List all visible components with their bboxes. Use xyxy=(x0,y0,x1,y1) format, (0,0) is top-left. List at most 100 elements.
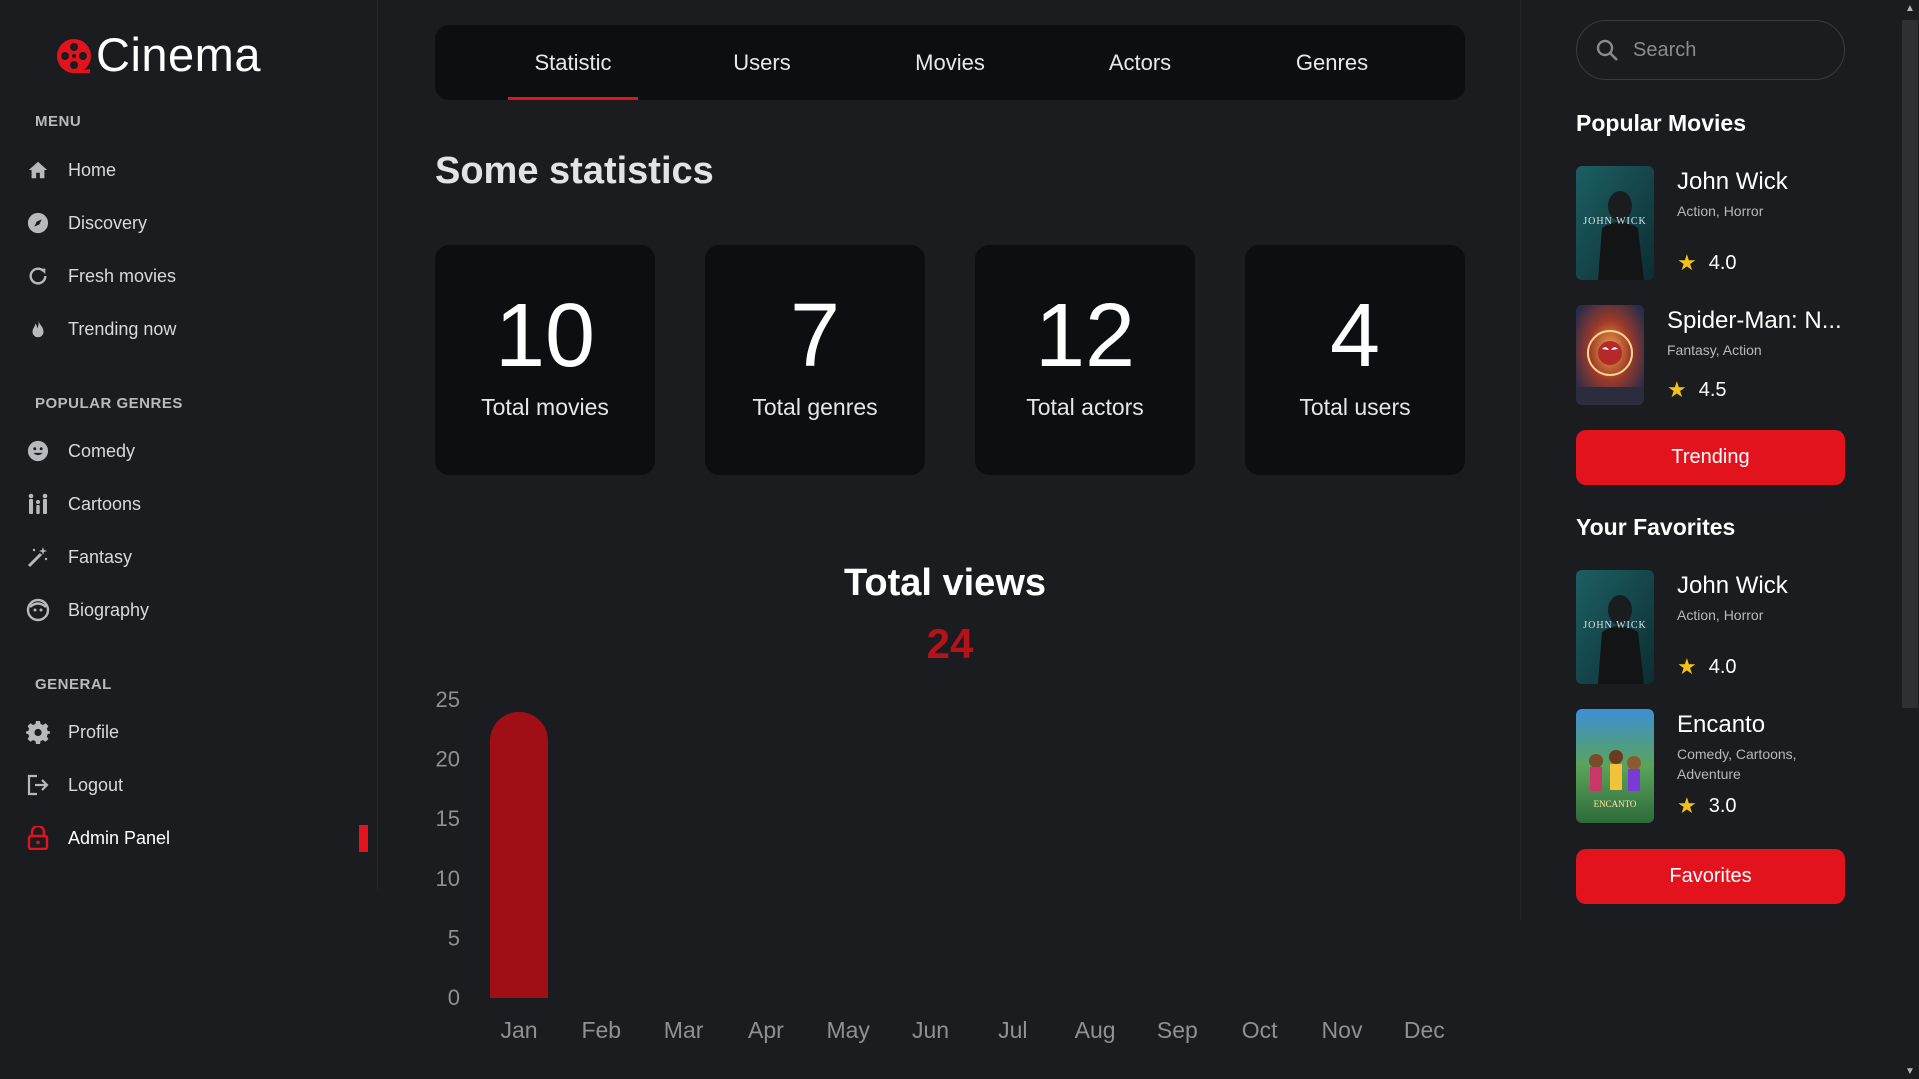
favorites-button[interactable]: Favorites xyxy=(1576,849,1845,904)
compass-icon xyxy=(26,211,50,235)
nav-item-cartoons[interactable]: Cartoons xyxy=(26,484,366,524)
stat-label: Total users xyxy=(1299,394,1411,420)
stat-label: Total movies xyxy=(481,394,609,420)
star-icon: ★ xyxy=(1677,250,1697,275)
popular-movie-card[interactable]: Spider-Man: N... Fantasy, Action ★ 4.5 xyxy=(1576,305,1846,423)
stat-card-genres: 7 Total genres xyxy=(705,245,925,475)
stat-value: 4 xyxy=(1329,286,1381,386)
chart-total-value: 24 xyxy=(926,620,974,667)
stat-label: Total actors xyxy=(1026,394,1144,420)
movie-genres: Action, Horror xyxy=(1677,203,1764,219)
movie-rating: ★ 4.0 xyxy=(1677,250,1737,276)
nav-item-label: Profile xyxy=(68,721,120,742)
lock-icon xyxy=(26,826,50,850)
chart-bar-jan xyxy=(490,711,548,998)
nav-item-label: Comedy xyxy=(68,440,136,461)
search-input[interactable] xyxy=(1633,38,1813,62)
nav-item-logout[interactable]: Logout xyxy=(26,765,366,805)
x-tick-label: Aug xyxy=(1075,1017,1116,1043)
right-divider xyxy=(1520,0,1521,920)
rating-value: 4.5 xyxy=(1698,378,1727,401)
views-bar-chart: 0 5 10 15 20 25 Jan Feb Mar Apr May Jun Jul Aug Sep Oct… xyxy=(436,687,1445,1043)
nav-item-discovery[interactable]: Discovery xyxy=(26,203,366,243)
film-reel-icon xyxy=(57,39,91,73)
x-tick-label: Jun xyxy=(912,1017,949,1043)
star-icon: ★ xyxy=(1667,377,1687,402)
search-box[interactable] xyxy=(1576,20,1845,80)
tab-actors[interactable]: Actors xyxy=(1075,25,1205,100)
scroll-up-icon[interactable]: ▲ xyxy=(1901,0,1919,16)
popular-movie-card[interactable]: JOHN WICK John Wick Action, Horror ★ 4.0 xyxy=(1576,166,1846,284)
tab-movies[interactable]: Movies xyxy=(885,25,1015,100)
app-root: Cinema MENU Home Discovery Fresh movies xyxy=(0,0,1919,1079)
movie-genres: Comedy, Cartoons, Adventure xyxy=(1677,746,1797,782)
nav-item-label: Home xyxy=(68,159,117,180)
movie-title[interactable]: Encanto xyxy=(1677,711,1857,739)
tab-genres[interactable]: Genres xyxy=(1267,25,1397,100)
scrollbar-thumb[interactable] xyxy=(1902,20,1918,708)
y-tick-label: 20 xyxy=(436,747,460,772)
home-icon xyxy=(26,158,50,182)
movie-title[interactable]: John Wick xyxy=(1677,572,1857,600)
x-tick-label: Apr xyxy=(748,1017,784,1043)
movie-poster[interactable]: JOHN WICK xyxy=(1576,570,1654,684)
nav-item-label: Fresh movies xyxy=(68,265,177,286)
x-tick-label: Feb xyxy=(581,1017,621,1043)
stat-value: 10 xyxy=(494,286,596,386)
poster-title-text: JOHN WICK xyxy=(1583,620,1647,631)
x-tick-label: Dec xyxy=(1404,1017,1445,1043)
rating-value: 4.0 xyxy=(1708,655,1737,678)
star-icon: ★ xyxy=(1677,793,1697,818)
logo-text: Cinema xyxy=(96,27,261,81)
scroll-down-icon[interactable]: ▼ xyxy=(1901,1063,1919,1079)
nav-item-biography[interactable]: Biography xyxy=(26,590,366,630)
page-title: Some statistics xyxy=(435,150,714,192)
x-tick-label: May xyxy=(826,1017,870,1043)
x-tick-label: Jul xyxy=(998,1017,1027,1043)
admin-tabs: Statistic Users Movies Actors Genres xyxy=(435,25,1465,100)
page-scrollbar[interactable]: ▲ ▼ xyxy=(1901,0,1919,1079)
your-favorites-heading: Your Favorites xyxy=(1576,514,1736,540)
gear-icon xyxy=(26,720,50,744)
movie-title[interactable]: John Wick xyxy=(1677,168,1857,196)
movie-poster[interactable]: JOHN WICK xyxy=(1576,166,1654,280)
trending-button[interactable]: Trending xyxy=(1576,430,1845,485)
stat-value: 12 xyxy=(1034,286,1136,386)
nav-item-trending-now[interactable]: Trending now xyxy=(26,309,366,349)
favorite-movie-card[interactable]: JOHN WICK John Wick Action, Horror ★ 4.0 xyxy=(1576,570,1846,688)
logo[interactable]: Cinema xyxy=(56,27,261,81)
nav-item-label: Biography xyxy=(68,599,150,620)
nav-item-label: Cartoons xyxy=(68,493,142,514)
x-tick-label: Nov xyxy=(1322,1017,1363,1043)
tab-statistic[interactable]: Statistic xyxy=(508,25,638,100)
movie-poster[interactable]: ENCANTO xyxy=(1576,709,1654,823)
nav-item-label: Discovery xyxy=(68,212,148,233)
favorite-movie-card[interactable]: ENCANTO Encanto Comedy, Cartoons, Advent… xyxy=(1576,709,1846,827)
nav-item-fantasy[interactable]: Fantasy xyxy=(26,537,366,577)
popular-movies-heading: Popular Movies xyxy=(1576,110,1746,136)
fire-icon xyxy=(26,317,50,341)
x-tick-label: Oct xyxy=(1242,1017,1278,1043)
nav-item-home[interactable]: Home xyxy=(26,150,366,190)
movie-poster[interactable] xyxy=(1576,305,1644,405)
nav-item-profile[interactable]: Profile xyxy=(26,712,366,752)
x-tick-label: Sep xyxy=(1157,1017,1198,1043)
tab-users[interactable]: Users xyxy=(697,25,827,100)
y-tick-label: 5 xyxy=(448,925,460,950)
stat-card-users: 4 Total users xyxy=(1245,245,1465,475)
nav-item-label: Fantasy xyxy=(68,546,133,567)
stat-label: Total genres xyxy=(752,394,878,420)
nav-item-label: Logout xyxy=(68,774,124,795)
nav-item-label: Admin Panel xyxy=(68,827,171,848)
stat-value: 7 xyxy=(789,286,841,386)
nav-item-admin-panel[interactable]: Admin Panel xyxy=(26,818,366,858)
nav-item-comedy[interactable]: Comedy xyxy=(26,431,366,471)
stat-card-movies: 10 Total movies xyxy=(435,245,655,475)
refresh-icon xyxy=(26,264,50,288)
nav-item-fresh-movies[interactable]: Fresh movies xyxy=(26,256,366,296)
x-tick-label: Mar xyxy=(664,1017,704,1043)
y-tick-label: 15 xyxy=(436,806,460,831)
x-tick-label: Jan xyxy=(500,1017,537,1043)
y-tick-label: 25 xyxy=(436,687,460,712)
movie-title[interactable]: Spider-Man: N... xyxy=(1667,307,1847,335)
